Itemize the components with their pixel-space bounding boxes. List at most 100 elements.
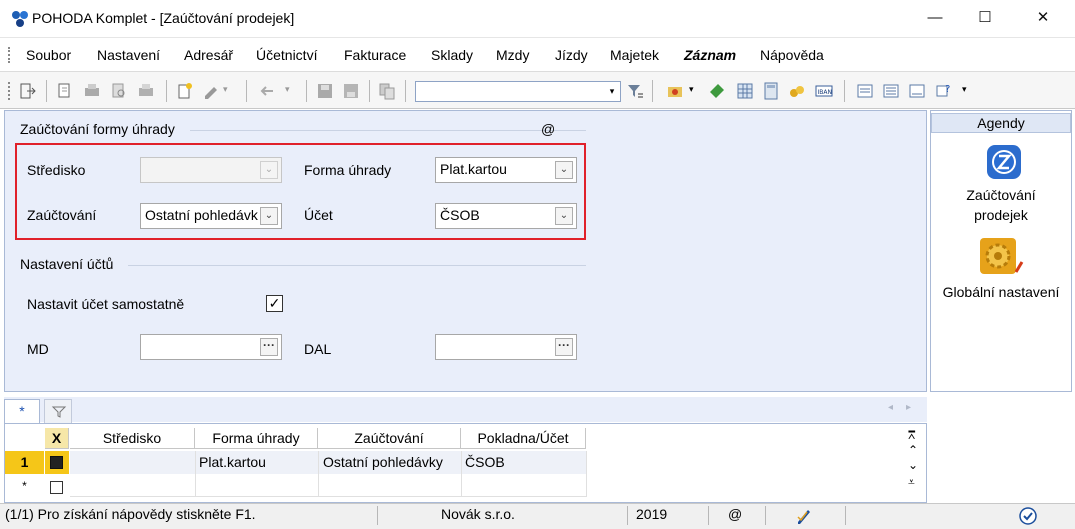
menu-zaznam[interactable]: Záznam: [684, 47, 736, 63]
column-header-pokladna-ucet[interactable]: Pokladna/Účet: [461, 428, 586, 449]
column-header-stredisko[interactable]: Středisko: [70, 428, 195, 449]
row-number: 1: [20, 454, 29, 470]
forma-uhrady-field[interactable]: Plat.kartou ⌄: [435, 157, 577, 183]
menu-napoveda[interactable]: Nápověda: [760, 47, 824, 63]
iban-icon[interactable]: IBAN: [815, 82, 833, 100]
scroll-down-icon[interactable]: ⌄: [908, 458, 918, 472]
new-row[interactable]: [70, 475, 586, 497]
menu-adresar[interactable]: Adresář: [184, 47, 233, 63]
toolbar-search-combo[interactable]: ▾: [415, 81, 621, 102]
toolbar-separator: [369, 80, 370, 102]
status-at: @: [728, 506, 743, 522]
group-divider: [190, 130, 586, 131]
chevron-down-icon[interactable]: ⌄: [260, 207, 278, 225]
window-list-icon[interactable]: [856, 82, 874, 100]
calculator-icon[interactable]: [762, 82, 780, 100]
back-dropdown-icon[interactable]: ▾: [285, 84, 290, 95]
filter-icon[interactable]: [626, 82, 644, 100]
title-bar: POHODA Komplet - [Zaúčtování prodejek] —…: [0, 0, 1075, 37]
stredisko-label: Středisko: [27, 162, 86, 178]
column-header-forma-uhrady[interactable]: Forma úhrady: [195, 428, 318, 449]
column-header-zauctovani[interactable]: Zaúčtování: [318, 428, 461, 449]
column-header-check[interactable]: X: [45, 428, 69, 449]
status-separator: [627, 506, 628, 525]
menu-sklady[interactable]: Sklady: [431, 47, 473, 63]
menu-fakturace[interactable]: Fakturace: [344, 47, 406, 63]
ok-check-icon[interactable]: [1018, 506, 1038, 526]
globalni-nastaveni-icon[interactable]: [978, 236, 1024, 278]
menu-grip: [8, 47, 11, 63]
print-preview-icon[interactable]: [110, 82, 128, 100]
row-checkbox[interactable]: [50, 456, 63, 469]
exit-icon[interactable]: [19, 82, 37, 100]
note-icon[interactable]: [908, 82, 926, 100]
nastavit-ucet-checkbox[interactable]: ✓: [266, 295, 283, 312]
print-group-icon[interactable]: [83, 82, 101, 100]
maximize-button[interactable]: ☐: [962, 0, 1008, 37]
copy-icon[interactable]: [378, 82, 396, 100]
ellipsis-icon[interactable]: ···: [555, 338, 573, 356]
menu-soubor[interactable]: Soubor: [26, 47, 71, 63]
dal-field[interactable]: ···: [435, 334, 577, 360]
status-year: 2019: [636, 506, 668, 522]
chevron-down-icon[interactable]: ⌄: [555, 207, 573, 225]
tab-new-record[interactable]: *: [4, 399, 40, 423]
save-close-icon[interactable]: [342, 82, 360, 100]
status-separator: [765, 506, 766, 525]
close-button[interactable]: ✕: [1020, 0, 1066, 37]
money-icon[interactable]: [708, 82, 726, 100]
menu-nastaveni[interactable]: Nastavení: [97, 47, 160, 63]
menu-bar: Soubor Nastavení Adresář Účetnictví Fakt…: [0, 37, 1075, 71]
scroll-last-icon[interactable]: ⩡: [908, 475, 915, 490]
calendar-grid-icon[interactable]: [736, 82, 754, 100]
tab-scroll-left-icon[interactable]: ◂: [888, 402, 893, 413]
chevron-down-icon[interactable]: ⌄: [260, 161, 278, 179]
zauctovani-label: Zaúčtování: [27, 207, 97, 223]
back-arrow-icon[interactable]: [258, 82, 276, 100]
new-record-icon[interactable]: [176, 82, 194, 100]
agendy-item-globalni-nastaveni[interactable]: Globální nastavení: [930, 284, 1072, 300]
nastavit-ucet-label: Nastavit účet samostatně: [27, 296, 185, 312]
zauctovani-icon[interactable]: [985, 143, 1023, 181]
cell-forma-uhrady: Plat.kartou: [199, 454, 266, 470]
scroll-first-icon[interactable]: ⩞: [908, 428, 915, 443]
menu-majetek[interactable]: Majetek: [610, 47, 659, 63]
tab-scroll-right-icon[interactable]: ▸: [906, 402, 911, 413]
form-icon[interactable]: [882, 82, 900, 100]
pen-check-icon: [797, 510, 810, 524]
save-icon[interactable]: [316, 82, 334, 100]
scroll-up-icon[interactable]: ⌃: [908, 443, 918, 457]
tab-filter[interactable]: [44, 399, 72, 423]
menu-jizdy[interactable]: Jízdy: [555, 47, 588, 63]
pohoda-app-icon[interactable]: [10, 10, 30, 28]
ellipsis-icon[interactable]: ···: [260, 338, 278, 356]
stredisko-field[interactable]: ⌄: [140, 157, 282, 183]
folder-star-icon[interactable]: [666, 82, 684, 100]
edit-record-icon[interactable]: [203, 82, 221, 100]
help-icon[interactable]: ?: [935, 82, 953, 100]
agendy-item-zauctovani-line2[interactable]: prodejek: [930, 207, 1072, 223]
new-row-checkbox[interactable]: [50, 481, 63, 494]
zauctovani-field[interactable]: Ostatní pohledávk ⌄: [140, 203, 282, 229]
edit-dropdown-icon[interactable]: ▾: [223, 84, 228, 95]
coins-icon[interactable]: [788, 82, 806, 100]
ucet-field[interactable]: ČSOB ⌄: [435, 203, 577, 229]
toolbar-grip: [8, 82, 11, 100]
chevron-down-icon[interactable]: ⌄: [555, 161, 573, 179]
group-title-zauctovani-formy: Zaúčtování formy úhrady: [20, 121, 175, 137]
help-dropdown-icon[interactable]: ▾: [962, 84, 967, 95]
folder-dropdown-icon[interactable]: ▾: [689, 84, 694, 95]
toolbar-separator: [844, 80, 845, 102]
menu-mzdy[interactable]: Mzdy: [496, 47, 529, 63]
md-field[interactable]: ···: [140, 334, 282, 360]
open-record-icon[interactable]: [56, 82, 74, 100]
group-title-nastaveni-uctu: Nastavení účtů: [20, 256, 114, 272]
toolbar-separator: [246, 80, 247, 102]
status-separator: [708, 506, 709, 525]
menu-ucetnictvi[interactable]: Účetnictví: [256, 47, 317, 63]
minimize-button[interactable]: —: [912, 0, 958, 37]
agendy-item-zauctovani-line1[interactable]: Zaúčtování: [930, 187, 1072, 203]
print-icon[interactable]: [137, 82, 155, 100]
cell-zauctovani: Ostatní pohledávky: [323, 454, 443, 470]
chevron-down-icon[interactable]: ▾: [604, 82, 620, 101]
